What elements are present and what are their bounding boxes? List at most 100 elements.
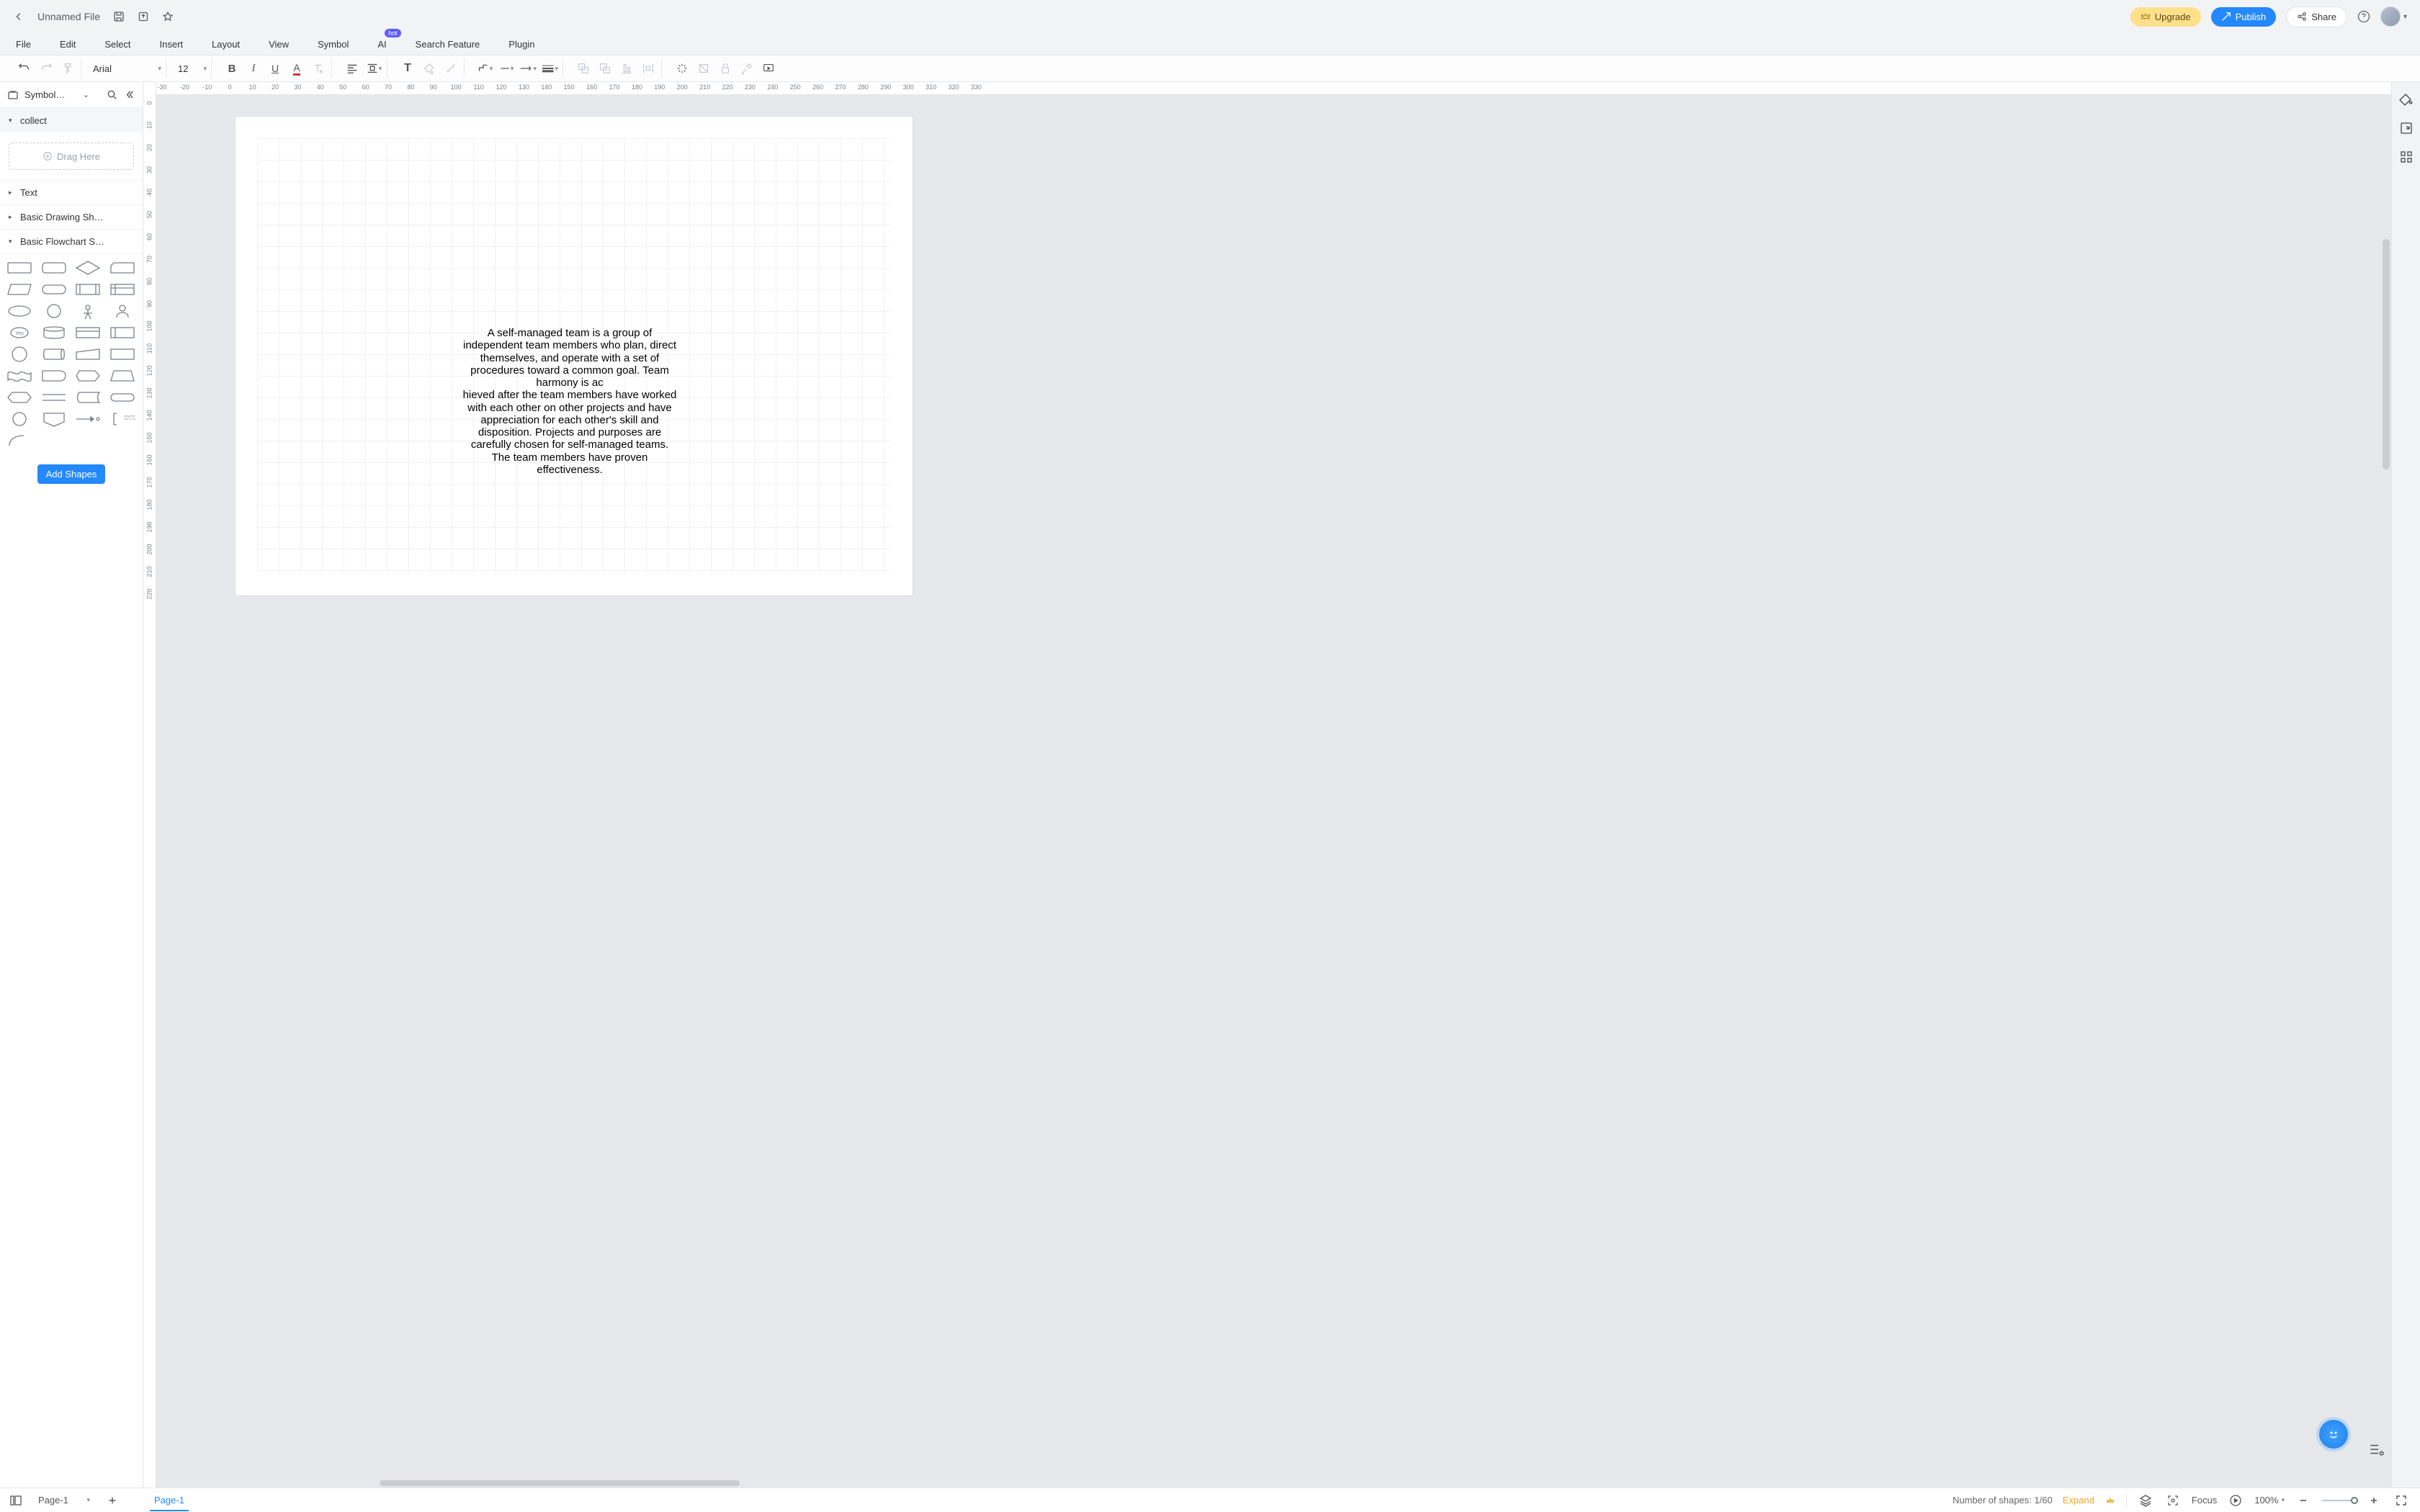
shape-rounded[interactable]: [40, 260, 68, 276]
redo-icon[interactable]: [37, 60, 55, 77]
play-icon[interactable]: [2227, 1492, 2244, 1509]
shape-user[interactable]: [109, 303, 136, 319]
menu-view[interactable]: View: [269, 39, 289, 50]
shape-side-box[interactable]: [109, 325, 136, 341]
shape-header-box[interactable]: [74, 325, 102, 341]
horizontal-scrollbar[interactable]: [156, 1479, 2391, 1488]
shape-manual-input[interactable]: [74, 346, 102, 362]
menu-plugin[interactable]: Plugin: [508, 39, 534, 50]
section-collect[interactable]: ▾collect: [0, 108, 143, 132]
chat-assistant-button[interactable]: [2319, 1420, 2348, 1449]
library-title[interactable]: Symbol…: [24, 89, 77, 100]
shape-arrow-conn[interactable]: [74, 411, 102, 427]
shape-database[interactable]: [40, 325, 68, 341]
shape-circle[interactable]: [40, 303, 68, 319]
vertical-scrollbar[interactable]: [2383, 239, 2390, 469]
shape-data[interactable]: [6, 282, 33, 297]
undo-icon[interactable]: [16, 60, 33, 77]
canvas-scroll[interactable]: A self-managed team is a group of indepe…: [156, 95, 2391, 1488]
apps-icon[interactable]: [2399, 150, 2414, 164]
section-basic-flowchart[interactable]: ▾Basic Flowchart S…: [0, 230, 143, 254]
layers-icon[interactable]: [2137, 1492, 2154, 1509]
upgrade-button[interactable]: Upgrade: [2130, 7, 2201, 27]
shape-card[interactable]: [109, 260, 136, 276]
shape-ellipse[interactable]: [6, 303, 33, 319]
bring-front-icon[interactable]: [596, 60, 614, 77]
tools-icon[interactable]: [738, 60, 756, 77]
outline-panel-icon[interactable]: [2368, 1441, 2385, 1459]
section-text[interactable]: ▸Text: [0, 181, 143, 205]
add-page-icon[interactable]: [104, 1492, 121, 1509]
menu-file[interactable]: File: [16, 39, 31, 50]
shape-loop-limit[interactable]: [109, 346, 136, 362]
page-select[interactable]: Page-1▾: [32, 1493, 97, 1508]
shape-capsule[interactable]: [109, 390, 136, 405]
library-more-icon[interactable]: ⌄: [83, 90, 89, 99]
zoom-select[interactable]: 100%▾: [2254, 1495, 2285, 1506]
line-style-icon[interactable]: ▾: [498, 60, 515, 77]
focus-target-icon[interactable]: [2164, 1492, 2182, 1509]
font-size-select[interactable]: 12▾: [178, 63, 207, 74]
page-tab-active[interactable]: Page-1: [150, 1489, 189, 1511]
arrow-start-icon[interactable]: ▾: [519, 60, 537, 77]
shape-annotation[interactable]: Drag the sideline to change: [109, 411, 136, 427]
zoom-in-icon[interactable]: [2365, 1492, 2383, 1509]
shape-trapezoid[interactable]: [109, 368, 136, 384]
canvas-text-shape[interactable]: A self-managed team is a group of indepe…: [461, 327, 678, 476]
font-color-icon[interactable]: A: [288, 60, 305, 77]
library-icon[interactable]: [7, 89, 19, 101]
shape-internal-storage[interactable]: [109, 282, 136, 297]
shape-connector[interactable]: [6, 411, 33, 427]
pages-panel-icon[interactable]: [7, 1492, 24, 1509]
drag-here-box[interactable]: Drag Here: [9, 143, 134, 170]
publish-button[interactable]: Publish: [2211, 7, 2277, 27]
scrollbar-thumb[interactable]: [380, 1480, 740, 1486]
shape-tape[interactable]: [6, 368, 33, 384]
star-icon[interactable]: [162, 11, 174, 22]
zoom-slider-knob[interactable]: [2351, 1497, 2358, 1504]
shape-display[interactable]: [74, 368, 102, 384]
export-panel-icon[interactable]: [2399, 121, 2414, 135]
bold-icon[interactable]: B: [223, 60, 241, 77]
shape-terminator[interactable]: [40, 282, 68, 297]
shape-predefined[interactable]: [74, 282, 102, 297]
send-back-icon[interactable]: [575, 60, 592, 77]
menu-ai[interactable]: AI: [377, 39, 386, 50]
line-weight-icon[interactable]: ▾: [541, 60, 558, 77]
collapse-sidebar-icon[interactable]: [124, 89, 135, 101]
export-icon[interactable]: [138, 11, 149, 22]
page-canvas[interactable]: A self-managed team is a group of indepe…: [236, 117, 913, 595]
expand-link[interactable]: Expand: [2063, 1495, 2094, 1506]
clear-format-icon[interactable]: [310, 60, 327, 77]
shape-preparation[interactable]: [6, 390, 33, 405]
shape-stored-data[interactable]: [74, 390, 102, 405]
shape-offpage[interactable]: [40, 411, 68, 427]
fullscreen-icon[interactable]: [2393, 1492, 2410, 1509]
align-left-icon[interactable]: [344, 60, 361, 77]
connector-icon[interactable]: ▾: [476, 60, 493, 77]
shape-decision[interactable]: [74, 260, 102, 276]
search-icon[interactable]: [107, 89, 118, 101]
filename-label[interactable]: Unnamed File: [37, 11, 100, 22]
focus-label[interactable]: Focus: [2192, 1495, 2217, 1506]
zoom-out-icon[interactable]: [2295, 1492, 2312, 1509]
save-icon[interactable]: [113, 11, 125, 22]
text-tool-icon[interactable]: T: [399, 60, 416, 77]
valign-icon[interactable]: ▾: [365, 60, 382, 77]
underline-icon[interactable]: U: [266, 60, 284, 77]
zoom-slider[interactable]: [2322, 1500, 2355, 1501]
shape-manual-op[interactable]: [74, 303, 102, 319]
shape-delay[interactable]: [40, 368, 68, 384]
format-painter-icon[interactable]: [59, 60, 76, 77]
menu-insert[interactable]: Insert: [160, 39, 184, 50]
crop-icon[interactable]: [695, 60, 712, 77]
menu-select[interactable]: Select: [104, 39, 130, 50]
shape-yes-label[interactable]: Yes: [6, 325, 33, 341]
distribute-icon[interactable]: [640, 60, 657, 77]
upgrade-badge-icon[interactable]: [2105, 1495, 2116, 1506]
lock-icon[interactable]: [717, 60, 734, 77]
menu-layout[interactable]: Layout: [212, 39, 240, 50]
shape-parallel[interactable]: [40, 390, 68, 405]
section-basic-drawing[interactable]: ▸Basic Drawing Sh…: [0, 205, 143, 230]
help-icon[interactable]: [2357, 10, 2370, 23]
